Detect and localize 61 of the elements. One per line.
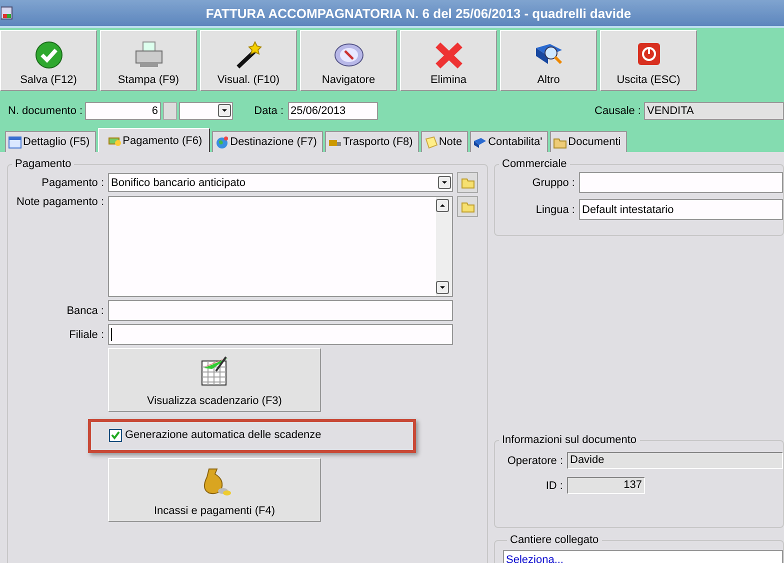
tab[interactable]: Destinazione (F7) bbox=[212, 131, 323, 152]
group-title: Cantiere collegato bbox=[509, 534, 600, 546]
group-field[interactable] bbox=[579, 172, 783, 193]
field-label: Pagamento : bbox=[40, 176, 104, 188]
field-label: Banca : bbox=[66, 304, 104, 316]
toolbar-button[interactable]: Uscita (ESC) bbox=[600, 30, 697, 91]
scroll-down-icon bbox=[436, 281, 449, 294]
document-number-field[interactable]: 6 bbox=[85, 102, 161, 120]
folder-icon bbox=[553, 136, 568, 148]
field-label: Gruppo : bbox=[531, 176, 575, 188]
causale-field[interactable]: VENDITA bbox=[644, 102, 784, 120]
language-field[interactable]: Default intestatario bbox=[579, 199, 783, 220]
field-label: Operatore : bbox=[506, 454, 563, 466]
checkbox[interactable] bbox=[109, 428, 122, 442]
group-title: Commerciale bbox=[501, 158, 568, 170]
date-field[interactable]: 25/06/2013 bbox=[288, 102, 378, 120]
folder-icon bbox=[460, 200, 474, 212]
id-field: 137 bbox=[567, 477, 645, 494]
folder-icon bbox=[460, 176, 474, 188]
group-title: Informazioni sul documento bbox=[501, 434, 638, 446]
field-label: Filiale : bbox=[68, 328, 104, 340]
scrollbar[interactable] bbox=[436, 197, 452, 296]
field-label: Data : bbox=[254, 104, 284, 116]
payments-button[interactable]: Incassi e pagamenti (F4) bbox=[108, 458, 321, 522]
folder-button[interactable] bbox=[457, 172, 478, 193]
field-label: ID : bbox=[544, 480, 563, 492]
app-icon bbox=[1, 5, 13, 21]
notes-field[interactable] bbox=[108, 196, 453, 297]
calendar-icon bbox=[8, 136, 22, 148]
series-button[interactable] bbox=[163, 102, 177, 120]
toolbar-button[interactable]: Navigatore bbox=[300, 30, 397, 91]
payment-dropdown[interactable]: Bonifico bancario anticipato bbox=[108, 173, 453, 192]
scroll-up-icon bbox=[436, 199, 449, 212]
series-dropdown[interactable] bbox=[178, 102, 234, 120]
field-label: Lingua : bbox=[534, 204, 575, 216]
notes-icon bbox=[424, 136, 438, 148]
schedule-button[interactable]: Visualizza scadenzario (F3) bbox=[108, 348, 321, 412]
toolbar-button[interactable]: Salva (F12) bbox=[0, 30, 97, 91]
tab[interactable]: Note bbox=[420, 131, 468, 152]
globe-icon bbox=[215, 136, 230, 148]
field-label: N. documento : bbox=[8, 104, 84, 116]
select-link[interactable]: Seleziona... bbox=[506, 554, 564, 563]
folder-button[interactable] bbox=[457, 196, 478, 217]
tab[interactable]: Dettaglio (F5) bbox=[5, 131, 96, 152]
tab[interactable]: Pagamento (F6) bbox=[98, 128, 210, 152]
branch-field[interactable] bbox=[108, 324, 453, 345]
toolbar-button[interactable]: Visual. (F10) bbox=[200, 30, 297, 91]
tab[interactable]: Trasporto (F8) bbox=[324, 131, 419, 152]
window-title: FATTURA ACCOMPAGNATORIA N. 6 del 25/06/2013 - quadrelli davide bbox=[204, 6, 632, 20]
group-title: Pagamento bbox=[14, 158, 72, 170]
toolbar-button[interactable]: Elimina bbox=[400, 30, 497, 91]
operator-field: Davide bbox=[567, 452, 783, 469]
book-icon bbox=[473, 136, 488, 148]
field-label: Note pagamento : bbox=[16, 196, 104, 208]
toolbar-button[interactable]: Altro bbox=[500, 30, 597, 91]
bank-field[interactable] bbox=[108, 300, 453, 321]
field-label: Causale : bbox=[594, 104, 641, 116]
tab[interactable]: Contabilita' bbox=[470, 131, 548, 152]
tab[interactable]: Documenti bbox=[550, 131, 627, 152]
checkbox-label[interactable]: Generazione automatica delle scadenze bbox=[125, 429, 322, 441]
toolbar-button[interactable]: Stampa (F9) bbox=[100, 30, 197, 91]
